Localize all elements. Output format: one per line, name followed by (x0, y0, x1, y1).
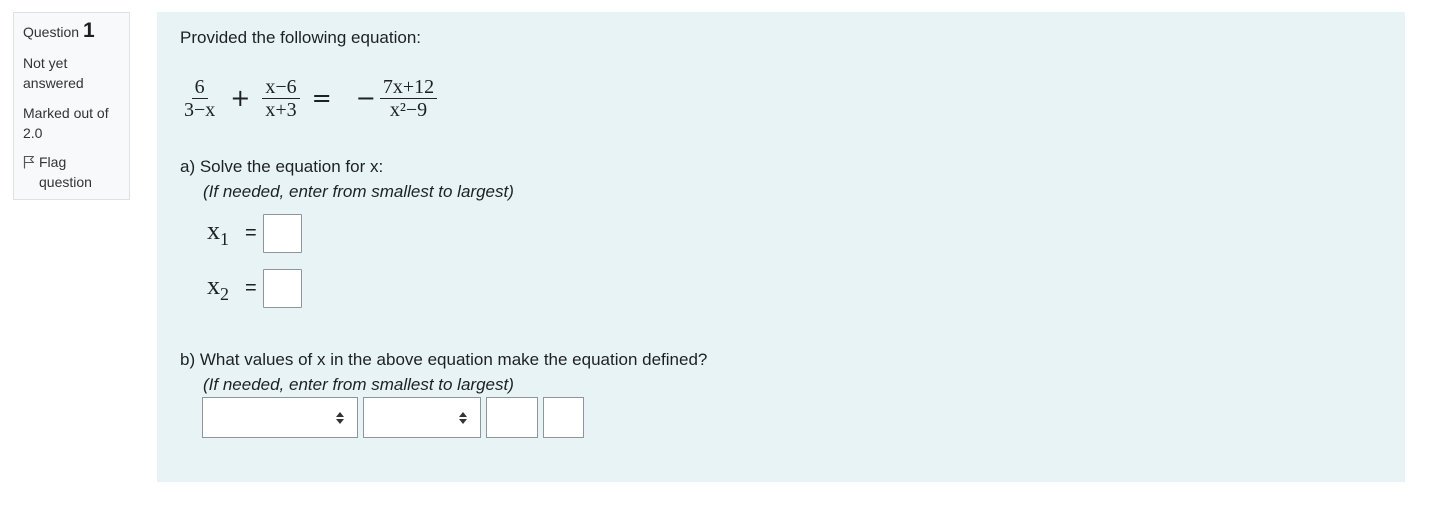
question-state: Not yet answered (23, 55, 84, 91)
select-arrows-icon (459, 412, 467, 424)
question-prompt: Provided the following equation: (180, 28, 421, 47)
fraction-numerator: 7x+12 (379, 76, 438, 99)
variable-letter: x (207, 270, 220, 300)
part-b-select-1[interactable] (202, 397, 358, 438)
fraction-numerator: 6 (191, 76, 208, 99)
question-number: 1 (83, 19, 95, 42)
fraction-denominator: 3−x (184, 98, 216, 121)
minus-operator: − (355, 84, 376, 112)
equation: 6 3−x + x−6 x+3 = − 7x+12 x²−9 (181, 74, 438, 122)
part-b-hint: (If needed, enter from smallest to large… (203, 375, 514, 394)
question-number-heading: Question 1 (23, 19, 120, 47)
x2-answer-input[interactable] (262, 268, 302, 308)
answer-row-x1: x1 = (207, 212, 302, 254)
fraction-term2: x−6 x+3 (262, 76, 300, 121)
flag-icon (23, 155, 35, 169)
plus-operator: + (230, 84, 251, 112)
flag-question-link[interactable]: Flag question (23, 152, 120, 192)
equals-sign: = (245, 221, 257, 244)
variable-subscript: 2 (220, 284, 229, 305)
part-b-input-2[interactable] (543, 397, 584, 438)
equals-sign: = (245, 276, 257, 299)
question-label: Question (23, 24, 80, 40)
part-b-select-2[interactable] (363, 397, 481, 438)
part-b-label: b) What values of x in the above equatio… (180, 350, 708, 369)
x1-answer-input[interactable] (262, 213, 302, 253)
select-arrows-icon (336, 412, 344, 424)
part-a-hint: (If needed, enter from smallest to large… (203, 182, 514, 201)
question-content: Provided the following equation: 6 3−x +… (157, 12, 1405, 482)
answer-row-x2: x2 = (207, 267, 302, 309)
part-b-answer-group (202, 397, 584, 438)
question-grade: Marked out of 2.0 (23, 105, 109, 141)
fraction-denominator: x²−9 (389, 98, 428, 121)
part-a-label: a) Solve the equation for x: (180, 157, 384, 176)
fraction-numerator: x−6 (262, 76, 300, 99)
fraction-denominator: x+3 (265, 98, 297, 121)
fraction-term1: 6 3−x (181, 76, 218, 121)
equals-operator: = (311, 84, 332, 112)
flag-question-label: Flag question (39, 154, 92, 190)
fraction-rhs: 7x+12 x²−9 (379, 76, 438, 121)
variable-x2: x2 (207, 271, 243, 305)
question-info-panel: Question 1 Not yet answered Marked out o… (13, 12, 130, 200)
variable-x1: x1 (207, 216, 243, 250)
variable-letter: x (207, 215, 220, 245)
variable-subscript: 1 (220, 229, 229, 250)
part-b-input-1[interactable] (486, 397, 538, 438)
